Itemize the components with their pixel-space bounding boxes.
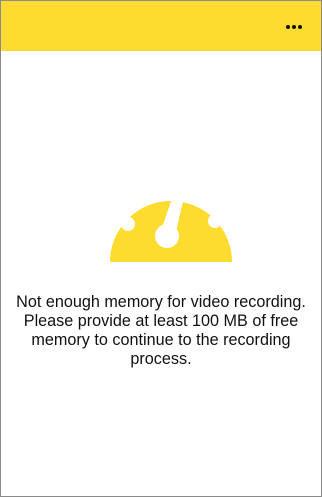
memory-warning-message: Not enough memory for video recording. P… [16,293,306,368]
more-horizontal-icon [286,25,302,29]
gauge-tick-dot [121,217,135,231]
app-bar [1,1,321,51]
gauge-tick-dot [162,169,178,185]
menu-dot [286,25,290,29]
gauge-tick-dot [208,214,222,228]
menu-dot [298,25,302,29]
memory-warning-screen: Not enough memory for video recording. P… [0,0,322,497]
gauge-tick-dot [190,182,206,198]
gauge-needle-hub [155,224,179,248]
more-options-button[interactable] [281,15,307,39]
gauge-tick-dot [135,187,151,203]
menu-dot [292,25,296,29]
speedometer-gauge-icon [110,169,232,262]
